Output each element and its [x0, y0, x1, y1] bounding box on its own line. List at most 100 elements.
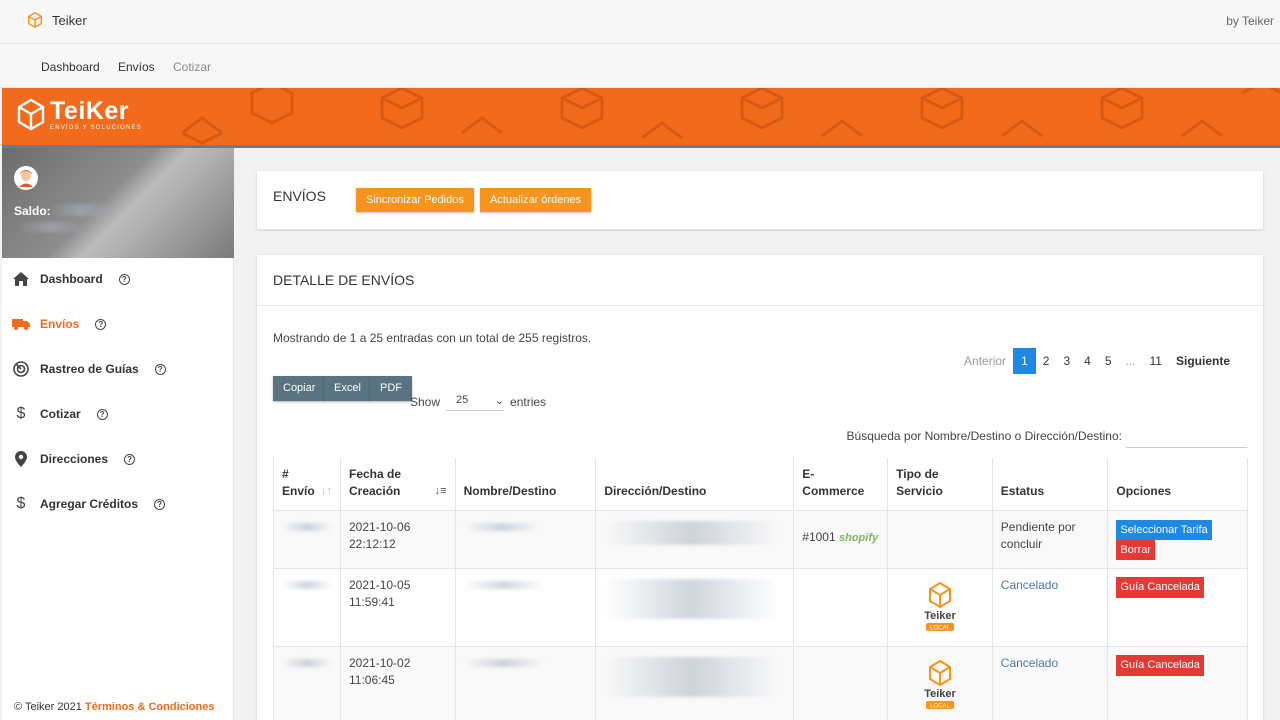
page-5[interactable]: 5	[1098, 354, 1119, 368]
subnav-envios[interactable]: Envíos	[118, 60, 155, 74]
sync-orders-button[interactable]: Sincronizar Pedidos	[356, 188, 474, 212]
tipo-servicio-cell	[887, 510, 993, 569]
sub-nav: Dashboard Envíos Cotizar	[0, 44, 1280, 88]
excel-button[interactable]: Excel	[324, 376, 371, 401]
prev-page[interactable]: Anterior	[957, 354, 1013, 368]
pagination: Anterior 1 2 3 4 5 ... 11 Siguiente	[957, 348, 1237, 374]
col-direccion[interactable]: Dirección/Destino	[595, 458, 795, 511]
guide-cancelled-badge[interactable]: Guía Cancelada	[1116, 577, 1204, 598]
tipo-servicio-cell: Teiker LOCAL	[887, 568, 993, 647]
col-envio[interactable]: # Envío ↓↑	[273, 458, 341, 511]
banner-tagline: ENVÍOS Y SOLUCIONES	[50, 125, 142, 131]
dollar-icon: $	[16, 405, 26, 422]
truck-icon	[12, 319, 30, 330]
banner-logo: TeiKer ENVÍOS Y SOLUCIONES	[16, 98, 142, 132]
shopify-logo: shopify	[839, 532, 879, 544]
page-4[interactable]: 4	[1077, 354, 1098, 368]
next-page[interactable]: Siguiente	[1169, 354, 1237, 368]
col-opciones[interactable]: Opciones	[1107, 458, 1248, 511]
col-nombre[interactable]: Nombre/Destino	[454, 458, 597, 511]
entries-info: Mostrando de 1 a 25 entradas con un tota…	[273, 331, 592, 345]
sidebar-item-dashboard[interactable]: Dashboard ?	[12, 264, 227, 294]
app-name: Teiker	[52, 12, 87, 28]
search-input[interactable]	[1126, 447, 1247, 448]
sidebar-item-cotizar[interactable]: $ Cotizar ?	[12, 399, 227, 429]
nombre-redacted	[463, 581, 544, 589]
sidebar-item-label: Direcciones	[40, 452, 109, 466]
help-icon[interactable]: ?	[95, 318, 107, 330]
sidebar-item-rastreo[interactable]: Rastreo de Guías ?	[12, 354, 227, 384]
page-title: ENVÍOS	[273, 188, 326, 204]
avatar[interactable]	[14, 166, 38, 190]
sidebar: Saldo: Dashboard ? Envíos ? Rastreo de G…	[2, 148, 234, 720]
page-11[interactable]: 11	[1143, 354, 1169, 368]
ecommerce-cell	[793, 646, 889, 720]
divider	[257, 305, 1263, 306]
help-icon[interactable]: ?	[96, 408, 108, 420]
col-ecommerce[interactable]: E- Commerce	[793, 458, 889, 511]
help-icon[interactable]: ?	[124, 453, 136, 465]
envios-card: ENVÍOS Sincronizar Pedidos Actualizar ór…	[257, 171, 1263, 229]
guide-cancelled-badge[interactable]: Guía Cancelada	[1116, 655, 1204, 676]
sidebar-item-envios[interactable]: Envíos ?	[12, 309, 227, 339]
pdf-button[interactable]: PDF	[370, 376, 412, 401]
col-tipo-servicio[interactable]: Tipo de Servicio	[887, 458, 993, 511]
help-icon[interactable]: ?	[154, 363, 166, 375]
delete-button[interactable]: Borrar	[1116, 540, 1155, 560]
table-header-row: # Envío ↓↑ Fecha de Creación ↓≡ Nombre/Desti…	[273, 458, 1248, 511]
direccion-redacted	[604, 657, 780, 697]
profile-panel: Saldo:	[2, 148, 234, 258]
section-title: DETALLE DE ENVÍOS	[273, 272, 415, 288]
terms-link[interactable]: Términos & Condiciones	[85, 701, 215, 713]
table-row: 2021-10-06 22:12:12 #1001 shopify Pendien…	[273, 510, 1248, 569]
page-2[interactable]: 2	[1036, 354, 1057, 368]
by-teiker: by Teiker	[1226, 14, 1274, 28]
chevron-down-icon: ⌄	[494, 395, 505, 407]
sidebar-item-label: Cotizar	[40, 407, 81, 421]
page-3[interactable]: 3	[1056, 354, 1077, 368]
detail-card: DETALLE DE ENVÍOS Mostrando de 1 a 25 en…	[257, 255, 1263, 720]
box-pattern-decoration	[181, 88, 1280, 145]
envio-id-redacted	[282, 659, 332, 667]
status-link[interactable]: Cancelado	[1001, 656, 1058, 670]
ecommerce-cell	[793, 568, 889, 647]
banner-wordmark: TeiKer	[50, 97, 129, 125]
direccion-redacted	[604, 521, 780, 545]
subnav-cotizar[interactable]: Cotizar	[173, 60, 211, 74]
saldo-label: Saldo:	[14, 204, 51, 218]
sidebar-item-direcciones[interactable]: Direcciones ?	[12, 444, 227, 474]
help-icon[interactable]: ?	[154, 498, 166, 510]
update-orders-button[interactable]: Actualizar órdenes	[480, 188, 592, 212]
service-badge: LOCAL	[930, 704, 950, 710]
sidebar-footer: © Teiker 2021 Términos & Condiciones	[14, 701, 214, 713]
copy-button[interactable]: Copiar	[273, 376, 326, 401]
envio-id-redacted	[282, 581, 332, 589]
col-fecha[interactable]: Fecha de Creación ↓≡	[340, 458, 456, 511]
teiker-local-logo-icon: Teiker LOCAL	[924, 659, 956, 710]
home-icon	[13, 272, 29, 286]
options-cell: Guía Cancelada	[1107, 646, 1248, 720]
select-rate-button[interactable]: Seleccionar Tarifa	[1116, 520, 1212, 540]
sidebar-item-label: Agregar Créditos	[40, 497, 139, 511]
copyright: © Teiker 2021	[14, 701, 82, 713]
direccion-redacted	[604, 579, 780, 619]
saldo-value-redacted	[50, 204, 112, 216]
app-brand[interactable]: Teiker	[26, 11, 87, 29]
page-length-select[interactable]: 25 ⌄	[446, 392, 505, 411]
status-link[interactable]: Cancelado	[1001, 578, 1058, 592]
status-cell: Cancelado	[991, 646, 1109, 720]
service-logo-text: Teiker	[924, 688, 956, 700]
sidebar-item-agregar-creditos[interactable]: $ Agregar Créditos ?	[12, 489, 227, 519]
radar-icon	[13, 361, 29, 377]
options-cell: Guía Cancelada	[1107, 568, 1248, 647]
sidebar-item-label: Rastreo de Guías	[40, 362, 139, 376]
page-ellipsis: ...	[1125, 354, 1136, 368]
status-cell: Cancelado	[991, 568, 1109, 647]
status-cell: Pendiente por concluir	[991, 510, 1109, 569]
subnav-dashboard[interactable]: Dashboard	[41, 60, 100, 74]
table-row: 2021-10-02 11:06:45 Teiker LOCAL Cancelad…	[273, 646, 1248, 720]
help-icon[interactable]: ?	[118, 273, 130, 285]
col-estatus[interactable]: Estatus	[991, 458, 1109, 511]
page-1[interactable]: 1	[1013, 348, 1036, 374]
nombre-redacted	[463, 523, 539, 531]
